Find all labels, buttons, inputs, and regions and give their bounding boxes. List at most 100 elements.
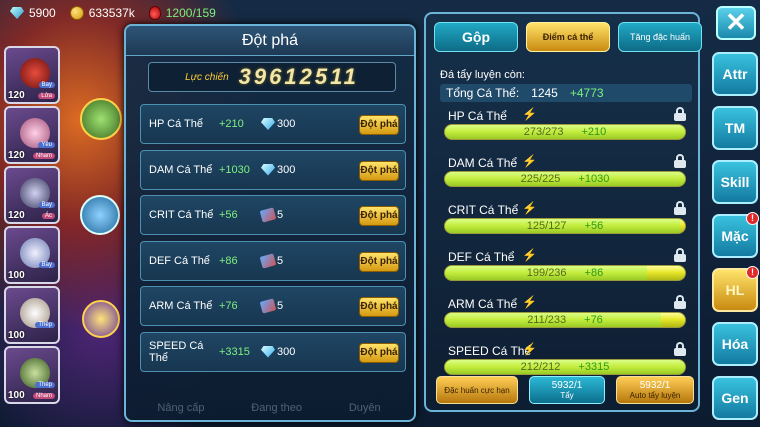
stat-name: SPEED Cá Thể: [149, 339, 204, 364]
stat-value: 125/127: [526, 220, 567, 232]
pet-slot[interactable]: Yêu Nham 120: [4, 106, 60, 164]
gold-counter[interactable]: 633537k: [69, 6, 135, 20]
stat-row: HP Cá Thể ⚡ 273/273 +210: [440, 107, 696, 154]
stat-progress-bar: 225/225 +1030: [444, 171, 686, 187]
scroll-icon: [259, 207, 277, 223]
stat-increase: +1030: [219, 163, 250, 176]
extreme-training-button[interactable]: Đặc huấn cực hạn: [436, 376, 518, 404]
tab-following[interactable]: Đang theo: [251, 402, 302, 414]
stat-value: 212/212: [520, 361, 561, 373]
pet-type-tag: Thép: [35, 322, 55, 328]
lock-icon[interactable]: [674, 201, 686, 215]
stat-name: ARM Cá Thể: [149, 300, 213, 312]
breakthrough-button[interactable]: Đột phá: [359, 206, 399, 226]
combat-power-label: Lực chiến: [185, 71, 229, 83]
lightning-icon: ⚡: [522, 295, 537, 309]
breakthrough-list: HP Cá Thể +210 300 Đột phá DAM Cá Thể +1…: [140, 104, 406, 377]
stat-progress-bar: 273/273 +210: [444, 124, 686, 140]
remaining-label: Đá tẩy luyện còn:: [440, 69, 525, 81]
breakthrough-button[interactable]: Đột phá: [359, 115, 399, 135]
skill-orb-icon[interactable]: [82, 300, 120, 338]
cost: 5: [259, 207, 301, 223]
menu-evolve-button[interactable]: Hóa: [712, 322, 758, 366]
pet-slot[interactable]: Bay Ác 120: [4, 166, 60, 224]
lightning-icon: ⚡: [522, 248, 537, 262]
stat-label: DEF Cá Thể: [448, 250, 515, 264]
cost-value: 5: [277, 209, 284, 221]
tab-merge[interactable]: Gộp: [434, 22, 518, 52]
total-value: 1245: [531, 86, 558, 100]
scroll-icon: [259, 298, 277, 314]
pet-avatar-icon[interactable]: [80, 98, 122, 140]
breakthrough-button[interactable]: Đột phá: [359, 342, 399, 363]
gems-counter[interactable]: 5900: [10, 6, 56, 20]
potion-icon: [148, 6, 161, 20]
diamond-icon: [261, 345, 275, 358]
menu-attr-button[interactable]: Attr: [712, 52, 758, 96]
alert-badge: !: [746, 266, 759, 279]
energy-value: 1200/159: [165, 6, 216, 20]
menu-tm-button[interactable]: TM: [712, 106, 758, 150]
gold-coin-icon: [69, 6, 84, 20]
pet-slot[interactable]: Bay 100: [4, 226, 60, 284]
stat-bonus: +76: [584, 314, 603, 326]
pet-type-tag: Thép: [35, 382, 55, 388]
breakthrough-button[interactable]: Đột phá: [359, 297, 399, 317]
stat-value: 273/273: [523, 126, 564, 138]
menu-label: Hóa: [721, 336, 749, 352]
pet-level: 100: [8, 270, 25, 281]
pet-slot[interactable]: Thép 100: [4, 286, 60, 344]
stat-increase: +210: [219, 118, 244, 130]
combat-power-value: 39612511: [238, 64, 359, 89]
refine-button[interactable]: 5932/1 Tẩy: [529, 376, 605, 404]
stat-increase: +86: [219, 254, 238, 267]
refine-count: 5932/1: [551, 380, 583, 391]
stat-name: HP Cá Thể: [149, 118, 204, 130]
pet-level: 120: [8, 210, 25, 221]
stat-progress-bar: 211/233 +76: [444, 312, 686, 328]
pet-type-tag: Bay: [38, 262, 55, 268]
equipment-icon[interactable]: [80, 195, 120, 235]
pet-element-tag: Nham: [32, 153, 55, 159]
lock-icon[interactable]: [674, 342, 686, 356]
stat-progress-bar: 125/127 +56: [444, 218, 686, 234]
stat-value: 199/236: [526, 267, 567, 279]
stat-progress-bar: 212/212 +3315: [444, 359, 686, 375]
tab-bond[interactable]: Duyên: [349, 402, 381, 414]
stat-label: ARM Cá Thể: [448, 297, 518, 311]
auto-refine-button[interactable]: 5932/1 Auto tẩy luyện: [616, 376, 694, 404]
menu-skill-button[interactable]: Skill: [712, 160, 758, 204]
background-tabs: Nâng cấp Đang theo Duyên: [134, 402, 404, 414]
tab-special-training[interactable]: Tăng đặc huấn: [618, 22, 702, 52]
menu-label: HL: [725, 282, 745, 298]
cost: 5: [259, 298, 301, 314]
breakthrough-row: ARM Cá Thể +76 5 Đột phá: [140, 286, 406, 326]
pet-element-tag: Lửa: [38, 93, 55, 99]
stat-bonus: +210: [581, 126, 607, 138]
refine-label: Tẩy: [560, 391, 574, 400]
stat-value: 211/233: [527, 314, 567, 326]
lock-icon[interactable]: [674, 248, 686, 262]
lock-icon[interactable]: [674, 107, 686, 121]
pet-slot[interactable]: Bay Lửa 120: [4, 46, 60, 104]
breakthrough-button[interactable]: Đột phá: [359, 251, 399, 272]
lock-icon[interactable]: [674, 295, 686, 309]
tab-individual-points[interactable]: Điểm cá thể: [526, 22, 610, 52]
energy-counter[interactable]: 1200/159: [148, 6, 216, 20]
tab-upgrade[interactable]: Nâng cấp: [157, 402, 204, 414]
pet-slot[interactable]: Thép Nham 100: [4, 346, 60, 404]
gem-icon: [10, 7, 24, 19]
auto-refine-label: Auto tẩy luyện: [629, 391, 681, 400]
pet-level: 100: [8, 330, 25, 341]
stat-row: CRIT Cá Thể ⚡ 125/127 +56: [440, 201, 696, 248]
breakthrough-button[interactable]: Đột phá: [359, 160, 399, 181]
total-label: Tổng Cá Thể:: [446, 86, 520, 100]
gold-value: 633537k: [88, 6, 135, 20]
close-button[interactable]: ✕: [716, 6, 756, 40]
menu-gen-button[interactable]: Gen: [712, 376, 758, 420]
menu-wear-button[interactable]: Mặc !: [712, 212, 759, 258]
stat-progress-bar: 199/236 +86: [444, 265, 686, 281]
auto-refine-count: 5932/1: [639, 380, 671, 391]
menu-hl-button[interactable]: HL !: [712, 266, 759, 312]
lock-icon[interactable]: [674, 154, 686, 168]
